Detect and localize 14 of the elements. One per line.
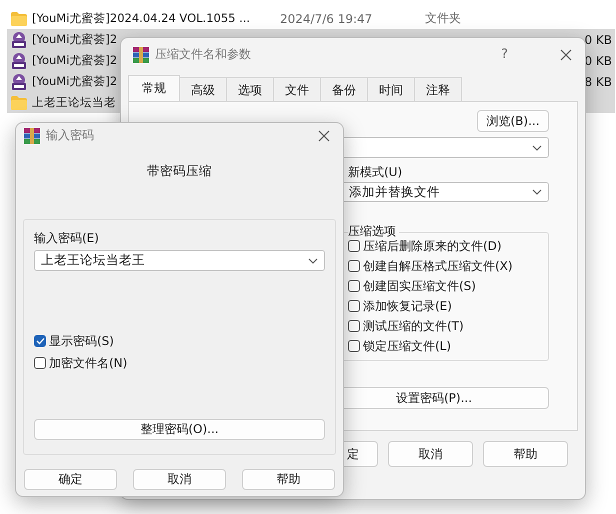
file-name: [YouMi尤蜜荟]2 <box>32 53 118 68</box>
file-type: 文件夹 <box>425 10 462 27</box>
window-title: 压缩文件名和参数 <box>155 46 251 63</box>
group-title: 压缩选项 <box>348 223 399 239</box>
file-name: 上老王论坛当老 <box>32 95 116 110</box>
dialog-heading: 带密码压缩 <box>146 163 213 179</box>
window-title: 输入密码 <box>46 127 94 144</box>
field-label: 输入密码(E) <box>34 230 100 246</box>
field-label: 新模式(U) <box>348 164 404 180</box>
file-date: 2024/7/6 19:47 <box>280 12 374 26</box>
file-name: [YouMi尤蜜荟]2024.04.24 VOL.1055 ... <box>32 11 250 26</box>
file-name: [YouMi尤蜜荟]2 <box>32 74 118 89</box>
file-size: 0 KB <box>584 32 613 46</box>
file-name: [YouMi尤蜜荟]2 <box>32 32 118 47</box>
